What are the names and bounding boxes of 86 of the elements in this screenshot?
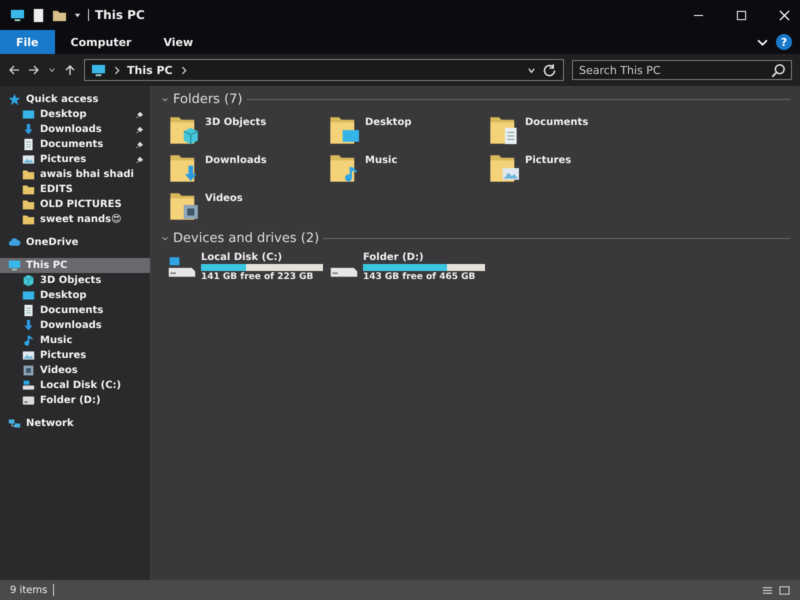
folder-tile[interactable]: Videos bbox=[167, 189, 327, 225]
back-arrow-icon[interactable] bbox=[8, 64, 20, 76]
nav-item[interactable]: Music bbox=[0, 333, 150, 348]
document-icon bbox=[22, 304, 35, 317]
nav-item[interactable]: Pictures bbox=[0, 348, 150, 363]
caret-icon[interactable] bbox=[527, 66, 536, 74]
nav-item[interactable]: awais bhai shadi bbox=[0, 167, 150, 182]
cube-icon bbox=[22, 274, 35, 287]
free-space-text: 143 GB free of 465 GB bbox=[363, 272, 476, 282]
monitor-icon bbox=[22, 289, 35, 302]
free-space-text: 141 GB free of 223 GB bbox=[201, 272, 314, 282]
computer-icon bbox=[10, 8, 25, 22]
refresh-icon[interactable] bbox=[542, 62, 557, 78]
nav-item[interactable]: Desktop bbox=[0, 107, 150, 122]
computer-icon bbox=[91, 62, 106, 78]
nav-item[interactable]: OLD PICTURES bbox=[0, 197, 150, 212]
collapse-chevron-icon[interactable] bbox=[161, 96, 169, 104]
section-heading: Devices and drives (2) bbox=[173, 231, 320, 246]
music-note-icon bbox=[22, 334, 35, 347]
network-icon bbox=[8, 417, 21, 430]
maximize-icon[interactable] bbox=[736, 10, 747, 20]
down-arrow-icon bbox=[22, 123, 35, 136]
nav-item[interactable]: Quick access bbox=[0, 92, 150, 107]
cloud-icon bbox=[8, 236, 21, 249]
search-icon bbox=[771, 63, 786, 78]
nav-item[interactable]: Desktop bbox=[0, 288, 150, 303]
address-bar[interactable]: This PC bbox=[84, 59, 564, 81]
large-icons-view-icon[interactable] bbox=[779, 584, 790, 596]
pin-icon bbox=[136, 110, 144, 118]
drive-name[interactable]: Local Disk (C:) bbox=[201, 252, 323, 263]
folder-icon bbox=[22, 183, 35, 196]
folder-tile[interactable]: 3D Objects bbox=[167, 113, 327, 149]
folder-icon bbox=[22, 198, 35, 211]
caret-icon[interactable] bbox=[48, 66, 56, 74]
nav-item[interactable]: Downloads bbox=[0, 122, 150, 137]
nav-item[interactable]: OneDrive bbox=[0, 235, 150, 250]
details-view-icon[interactable] bbox=[762, 584, 773, 596]
pin-icon bbox=[136, 156, 144, 164]
nav-item[interactable]: EDITS bbox=[0, 182, 150, 197]
computer-icon bbox=[8, 259, 21, 272]
folder-icon bbox=[22, 213, 35, 226]
folder-icon bbox=[22, 168, 35, 181]
folder-tile[interactable]: Desktop bbox=[327, 113, 487, 149]
down-arrow-icon bbox=[22, 319, 35, 332]
nav-item[interactable]: sweet nands😍 bbox=[0, 212, 150, 227]
ribbon-tab[interactable]: File bbox=[0, 30, 55, 54]
monitor-icon bbox=[22, 108, 35, 121]
nav-item[interactable]: Local Disk (C:) bbox=[0, 378, 150, 393]
collapse-chevron-icon[interactable] bbox=[161, 234, 169, 242]
window-title: This PC bbox=[95, 8, 145, 22]
nav-item[interactable]: Folder (D:) bbox=[0, 393, 150, 408]
pin-icon bbox=[136, 140, 144, 148]
document-icon[interactable] bbox=[31, 8, 46, 22]
ribbon-tab[interactable]: Computer bbox=[54, 30, 148, 54]
folder-tile[interactable]: Pictures bbox=[487, 151, 647, 187]
folder-tile[interactable]: Downloads bbox=[167, 151, 327, 187]
forward-arrow-icon[interactable] bbox=[28, 64, 40, 76]
up-arrow-icon[interactable] bbox=[64, 64, 76, 76]
nav-item[interactable]: Videos bbox=[0, 363, 150, 378]
drive-icon[interactable] bbox=[167, 255, 197, 279]
pin-icon bbox=[136, 126, 144, 134]
nav-item[interactable]: Downloads bbox=[0, 318, 150, 333]
folder-tile[interactable]: Music bbox=[327, 151, 487, 187]
nav-item[interactable]: This PC bbox=[0, 258, 150, 273]
breadcrumb-link[interactable]: This PC bbox=[127, 64, 173, 76]
document-icon bbox=[22, 138, 35, 151]
item-count: 9 items bbox=[10, 584, 48, 596]
drive-icon bbox=[22, 379, 35, 392]
section-heading: Folders (7) bbox=[173, 92, 242, 107]
nav-item[interactable]: Pictures bbox=[0, 152, 150, 167]
help-button[interactable]: ? bbox=[776, 34, 792, 50]
picture-icon bbox=[22, 153, 35, 166]
ribbon-tab[interactable]: View bbox=[147, 30, 210, 54]
close-icon[interactable] bbox=[779, 10, 790, 20]
search-field[interactable]: Search This PC bbox=[572, 60, 792, 80]
folder-tile[interactable]: Documents bbox=[487, 113, 647, 149]
drive-name[interactable]: Folder (D:) bbox=[363, 252, 485, 263]
nav-item[interactable]: Documents bbox=[0, 303, 150, 318]
nav-item[interactable]: Network bbox=[0, 416, 150, 431]
drive-icon bbox=[22, 394, 35, 407]
nav-item[interactable]: 3D Objects bbox=[0, 273, 150, 288]
star-icon bbox=[8, 93, 21, 106]
caret-icon[interactable] bbox=[73, 10, 82, 20]
nav-item[interactable]: Documents bbox=[0, 137, 150, 152]
chevron-right-icon[interactable] bbox=[112, 66, 121, 74]
picture-icon bbox=[22, 349, 35, 362]
